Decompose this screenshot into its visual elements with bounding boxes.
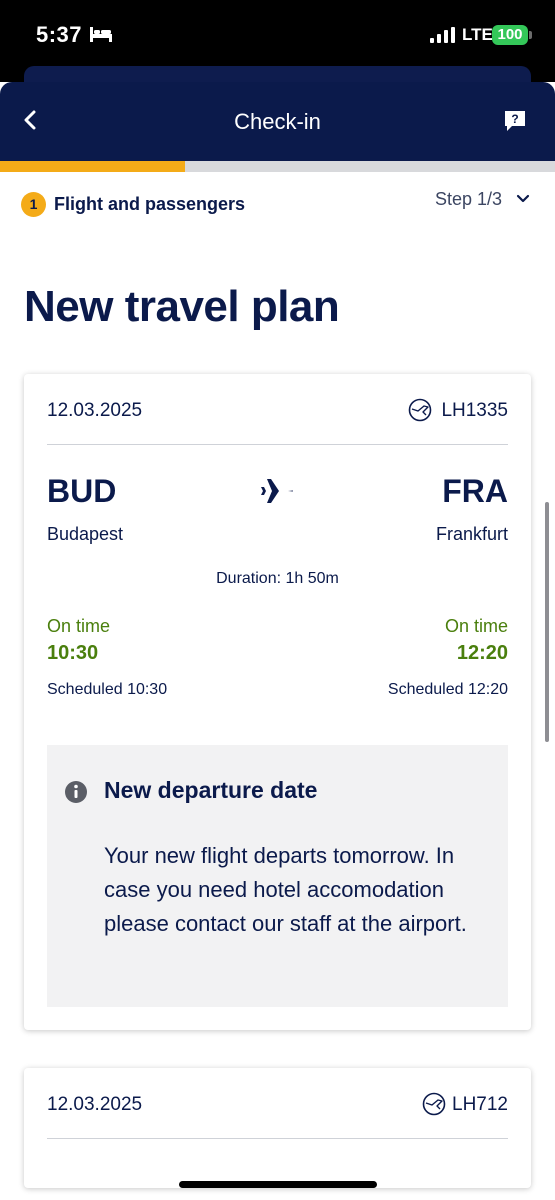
divider xyxy=(47,1138,508,1139)
checkin-progress xyxy=(0,161,555,172)
airline-logo-icon xyxy=(422,1092,446,1116)
destination-code: FRA xyxy=(442,473,508,509)
step-label: Flight and passengers xyxy=(54,194,246,214)
flight-number: LH712 xyxy=(452,1094,508,1115)
divider xyxy=(47,444,508,445)
arrival-time: 12:20 xyxy=(456,642,508,664)
airline-logo-icon xyxy=(408,398,432,422)
flight-card: 12.03.2025 LH1335 BUD FRA Budapest Frank… xyxy=(24,374,531,1030)
status-time: 5:37 xyxy=(36,22,83,47)
flight-duration: Duration: 1h 50m xyxy=(216,570,339,587)
arrival-status: On time xyxy=(444,616,508,636)
departure-time: 10:30 xyxy=(47,642,99,664)
header-title: Check-in xyxy=(234,109,321,134)
battery-tip xyxy=(529,31,532,39)
destination-city: Frankfurt xyxy=(435,524,508,544)
origin-city: Budapest xyxy=(47,524,124,544)
departure-scheduled: Scheduled 10:30 xyxy=(47,681,168,698)
scrollbar[interactable] xyxy=(545,502,549,742)
flight-card: 12.03.2025 LH712 xyxy=(24,1068,531,1188)
flight-date: 12.03.2025 xyxy=(47,400,143,421)
help-icon: ? xyxy=(505,111,525,131)
page-title: New travel plan xyxy=(24,282,340,331)
flight-number: LH1335 xyxy=(441,400,508,421)
bed-icon xyxy=(90,27,112,42)
svg-text:?: ? xyxy=(511,112,518,126)
battery-indicator: 100 xyxy=(492,25,528,45)
step-number-badge: 1 xyxy=(21,192,46,217)
home-indicator[interactable] xyxy=(179,1181,377,1188)
origin-code: BUD xyxy=(47,473,117,509)
help-button[interactable]: ? xyxy=(498,104,532,138)
chevron-down-icon[interactable] xyxy=(515,191,531,207)
info-icon xyxy=(65,781,87,803)
app-header: Check-in ? xyxy=(0,82,555,161)
progress-fill xyxy=(0,161,185,172)
departure-status: On time xyxy=(47,616,111,636)
notice-title: New departure date xyxy=(104,777,318,803)
airplane-icon xyxy=(261,479,293,503)
arrival-scheduled: Scheduled 12:20 xyxy=(387,681,508,698)
flight-date: 12.03.2025 xyxy=(47,1094,143,1115)
notice-box: New departure date Your new flight depar… xyxy=(47,745,508,1007)
network-type: LTE xyxy=(462,25,493,44)
notice-body: Your new flight departs tomorrow. In cas… xyxy=(104,843,467,936)
signal-icon xyxy=(430,27,455,43)
step-counter[interactable]: Step 1/3 xyxy=(435,189,502,210)
